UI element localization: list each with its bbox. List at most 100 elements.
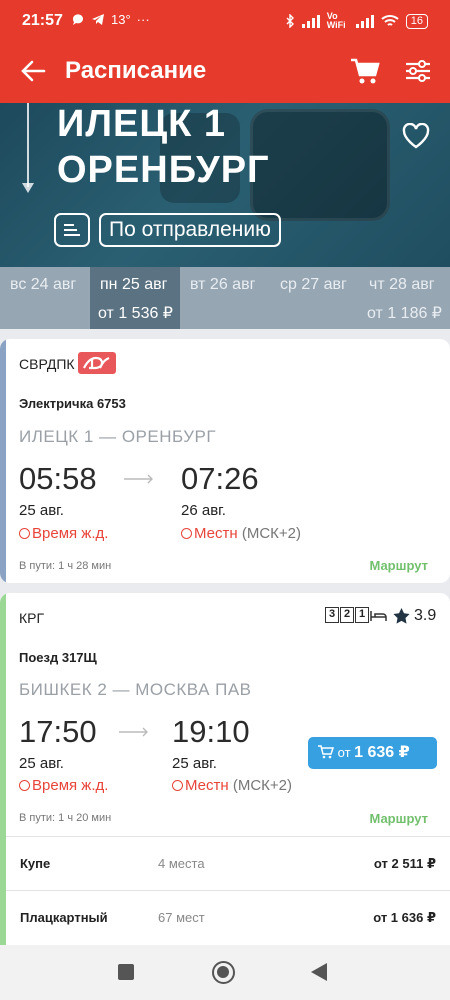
filter-settings-icon[interactable] bbox=[404, 57, 432, 85]
arrow-right-icon bbox=[119, 727, 148, 737]
departure-date: 25 авг. bbox=[19, 502, 64, 519]
date-tab-day: ср 27 авг bbox=[280, 276, 347, 293]
vowifi-label: Vo WiFi bbox=[326, 11, 346, 30]
clock-icon bbox=[19, 780, 30, 791]
status-notifications: 13° ··· bbox=[72, 12, 150, 27]
travel-duration: В пути: 1 ч 20 мин bbox=[19, 812, 112, 824]
train-rating[interactable]: 3.9 bbox=[393, 607, 436, 625]
clock-icon bbox=[19, 528, 30, 539]
arrival-timezone-label: Местн bbox=[185, 777, 229, 794]
class-badge: 1 bbox=[355, 607, 369, 623]
class-badge: 2 bbox=[340, 607, 354, 623]
battery-icon: 16 bbox=[405, 13, 428, 29]
status-temp: 13° bbox=[111, 12, 131, 27]
sort-order-button[interactable] bbox=[54, 213, 90, 247]
rzd-logo-icon bbox=[78, 352, 116, 374]
train-route: БИШКЕК 2 — МОСКВА ПАВ bbox=[19, 680, 252, 699]
departure-time: 17:50 bbox=[19, 714, 97, 749]
date-tab-day: вт 26 авг bbox=[190, 276, 256, 293]
date-tab[interactable]: ср 27 авг bbox=[270, 267, 360, 329]
route-header: ИЛЕЦК 1 ОРЕНБУРГ По отправлению bbox=[0, 103, 450, 267]
star-icon bbox=[393, 608, 410, 624]
fare-class: Купе bbox=[20, 856, 51, 871]
sort-icon bbox=[64, 224, 80, 236]
arrival-timezone: Местн (МСК+2) bbox=[172, 777, 292, 794]
departure-date: 25 авг. bbox=[19, 755, 64, 772]
system-nav-bar bbox=[0, 945, 450, 1000]
bed-icon bbox=[370, 611, 387, 621]
more-dots-icon: ··· bbox=[136, 12, 150, 27]
fare-row[interactable]: Плацкартный 67 мест от 1 636 ₽ bbox=[6, 890, 450, 944]
fare-price: от 1 636 ₽ bbox=[373, 910, 436, 925]
fare-seats: 4 места bbox=[158, 856, 205, 871]
departure-timezone: Время ж.д. bbox=[19, 777, 108, 794]
clock-icon bbox=[172, 780, 183, 791]
date-tab-day: пн 25 авг bbox=[100, 276, 168, 293]
carrier-name: СВРДПК bbox=[19, 356, 75, 372]
signal-icon-2 bbox=[355, 14, 374, 28]
background-window bbox=[250, 109, 390, 221]
arrow-right-icon bbox=[124, 474, 153, 484]
rzd-logo-mark bbox=[83, 356, 110, 370]
wifi-icon bbox=[381, 15, 399, 26]
departure-time: 05:58 bbox=[19, 461, 97, 496]
arrival-timezone-note: (МСК+2) bbox=[232, 777, 293, 794]
route-from: ИЛЕЦК 1 bbox=[57, 103, 226, 145]
arrival-timezone-label: Местн bbox=[194, 525, 238, 542]
bluetooth-icon bbox=[286, 14, 294, 28]
arrival-time: 07:26 bbox=[181, 461, 259, 496]
arrival-time: 19:10 bbox=[172, 714, 250, 749]
route-arrow-icon bbox=[22, 183, 34, 193]
date-tab-price: от 1 536 ₽ bbox=[98, 305, 173, 322]
buy-price: 1 636 ₽ bbox=[354, 744, 410, 761]
status-bar: 21:57 13° ··· Vo WiFi 16 bbox=[0, 0, 450, 40]
amenity-badges: 3 2 1 bbox=[325, 607, 387, 623]
arrival-timezone-note: (МСК+2) bbox=[241, 525, 302, 542]
date-selector: вс 24 авг пн 25 авг от 1 536 ₽ вт 26 авг… bbox=[0, 267, 450, 329]
buy-ticket-button[interactable]: от 1 636 ₽ bbox=[308, 737, 437, 769]
fare-row[interactable]: Купе 4 места от 2 511 ₽ bbox=[6, 836, 450, 890]
carrier-name: КРГ bbox=[19, 610, 45, 626]
date-tab[interactable]: вт 26 авг bbox=[180, 267, 270, 329]
date-tab-price: от 1 186 ₽ bbox=[367, 305, 442, 322]
route-line bbox=[27, 103, 29, 187]
cart-icon[interactable] bbox=[350, 57, 380, 85]
clock-icon bbox=[181, 528, 192, 539]
app-bar: Расписание bbox=[0, 40, 450, 103]
departure-timezone-label: Время ж.д. bbox=[32, 525, 109, 542]
departure-timezone-label: Время ж.д. bbox=[32, 777, 109, 794]
fare-class: Плацкартный bbox=[20, 910, 108, 925]
rating-value: 3.9 bbox=[414, 607, 437, 624]
arrival-timezone: Местн (МСК+2) bbox=[181, 525, 301, 542]
card-stripe bbox=[0, 339, 6, 583]
status-system-icons: Vo WiFi 16 bbox=[286, 12, 428, 30]
date-tab[interactable]: вс 24 авг bbox=[0, 267, 90, 329]
sort-by-departure-button[interactable]: По отправлению bbox=[99, 213, 281, 247]
page-title: Расписание bbox=[65, 57, 207, 84]
date-tab-day: чт 28 авг bbox=[369, 276, 435, 293]
buy-prefix: от bbox=[337, 745, 351, 760]
signal-icon bbox=[301, 14, 320, 28]
chat-icon bbox=[72, 14, 83, 25]
arrival-date: 26 авг. bbox=[181, 502, 226, 519]
route-link[interactable]: Маршрут bbox=[369, 811, 428, 826]
back-triangle-icon[interactable] bbox=[311, 963, 327, 981]
date-tab-selected[interactable]: пн 25 авг от 1 536 ₽ bbox=[90, 267, 180, 329]
route-to: ОРЕНБУРГ bbox=[57, 149, 270, 191]
route-link[interactable]: Маршрут bbox=[369, 558, 428, 573]
back-arrow-icon[interactable] bbox=[20, 58, 46, 84]
favorite-heart-icon[interactable] bbox=[402, 123, 430, 149]
date-tab-day: вс 24 авг bbox=[10, 276, 77, 293]
travel-duration: В пути: 1 ч 28 мин bbox=[19, 560, 112, 572]
date-tab[interactable]: чт 28 авг от 1 186 ₽ bbox=[360, 267, 450, 329]
departure-timezone: Время ж.д. bbox=[19, 525, 108, 542]
recent-apps-icon[interactable] bbox=[118, 964, 134, 980]
train-name: Поезд 317Щ bbox=[19, 650, 97, 665]
status-time: 21:57 bbox=[22, 12, 63, 29]
telegram-icon bbox=[92, 14, 104, 25]
cart-icon bbox=[318, 745, 335, 759]
class-badge: 3 bbox=[325, 607, 339, 623]
home-icon[interactable] bbox=[212, 961, 235, 984]
train-name: Электричка 6753 bbox=[19, 396, 126, 411]
train-route: ИЛЕЦК 1 — ОРЕНБУРГ bbox=[19, 427, 217, 446]
